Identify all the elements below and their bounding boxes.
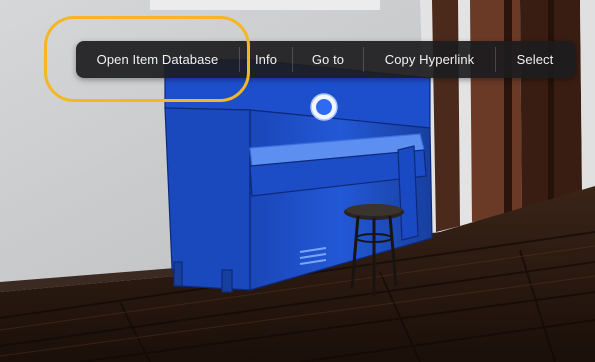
door-stripe [504,0,512,218]
door-frame-dark [432,0,460,232]
highlight-annotation [44,16,250,102]
copy-hyperlink-button[interactable]: Copy Hyperlink [364,41,495,78]
go-to-button[interactable]: Go to [293,41,363,78]
ar-viewport[interactable]: Open Item Database Info Go to Copy Hyper… [0,0,595,362]
piano-leg [173,261,183,287]
picture-frame [150,0,380,10]
select-button[interactable]: Select [496,41,574,78]
door-frame-post [470,0,522,222]
piano-leg-right [397,145,419,241]
door-wall-right [580,0,595,190]
door-stripe-2 [548,0,554,200]
piano-leg [221,269,233,293]
location-pin-icon [310,93,338,121]
